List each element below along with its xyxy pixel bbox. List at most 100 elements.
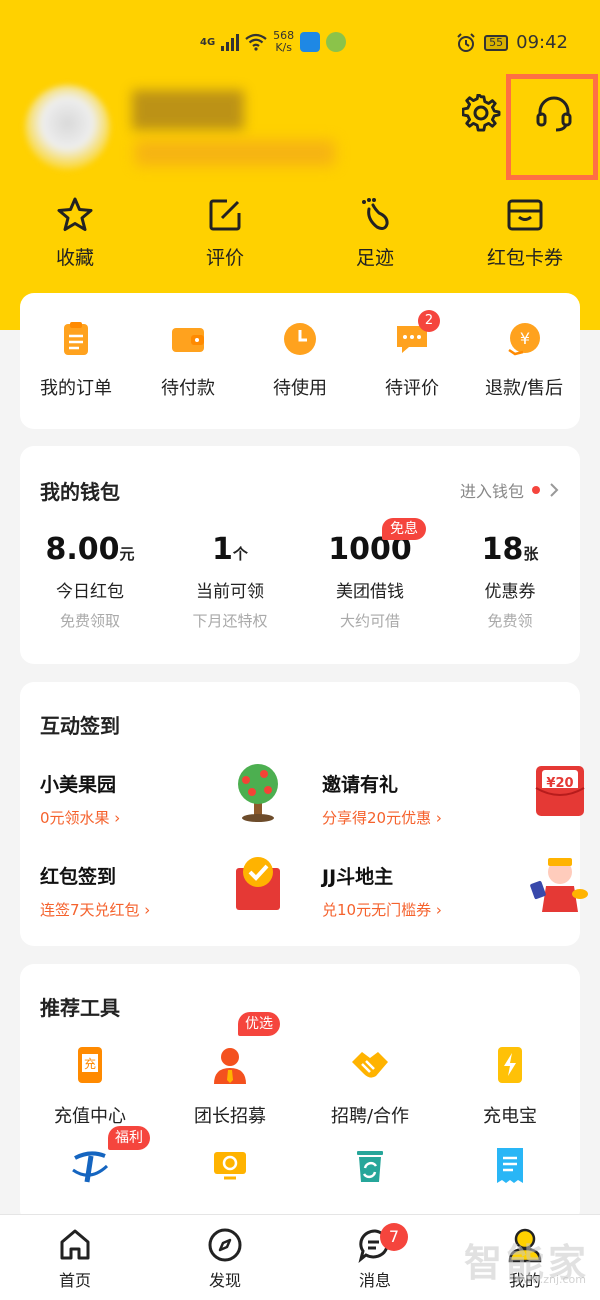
- wallet-sub: 免费领: [487, 612, 533, 630]
- message-count-badge: 7: [380, 1223, 408, 1251]
- order-label: 我的订单: [40, 378, 112, 399]
- wallet-icon: [172, 328, 204, 352]
- clock-icon: [284, 323, 316, 355]
- wallet-unit: 元: [119, 545, 135, 563]
- order-label: 待使用: [273, 378, 327, 399]
- tool-recruitment[interactable]: 招聘/合作: [300, 1044, 440, 1144]
- notification-dot: [532, 486, 540, 494]
- tree-icon: [238, 764, 278, 822]
- wallet-label: 美团借钱: [336, 582, 404, 602]
- recharge-glyph: 充: [84, 1056, 96, 1071]
- footprint-icon: [362, 198, 389, 230]
- wallet-unit: 张: [523, 545, 539, 563]
- wallet-coupons[interactable]: 18张 优惠券 免费领: [440, 532, 580, 631]
- wallet-value: 18: [481, 532, 524, 567]
- wallet-red-packet[interactable]: 8.00元 今日红包 免费领取: [20, 532, 160, 631]
- telecom-icon: [72, 1151, 109, 1183]
- quick-nav-label: 评价: [205, 247, 244, 269]
- enter-wallet-link[interactable]: 进入钱包: [460, 478, 560, 502]
- tab-messages[interactable]: 7 消息: [300, 1215, 450, 1300]
- tab-home[interactable]: 首页: [0, 1215, 150, 1300]
- quick-nav-footprints[interactable]: 足迹: [300, 195, 450, 270]
- tab-label: 消息: [358, 1271, 391, 1290]
- gear-icon[interactable]: [462, 94, 502, 134]
- wallet-label: 优惠券: [484, 582, 536, 602]
- tool-label: 充值中心: [54, 1106, 126, 1127]
- chevron-right-icon: [550, 483, 559, 497]
- red-envelope-icon: ¥20: [535, 766, 585, 816]
- order-label: 待评价: [385, 378, 439, 399]
- lamp-icon: [214, 1152, 246, 1180]
- tool-label: 团长招募: [194, 1106, 266, 1127]
- refund-icon: ¥: [508, 323, 540, 356]
- wallet-sub: 免费领取: [59, 612, 120, 630]
- user-subtitle: [135, 140, 335, 166]
- tab-discover[interactable]: 发现: [150, 1215, 300, 1300]
- wallet-unit: 个: [232, 545, 248, 563]
- interact-checkin[interactable]: 红包签到 连签7天兑红包 ›: [40, 857, 310, 942]
- wallet-value: 1: [212, 532, 233, 567]
- order-refund[interactable]: ¥ 退款/售后: [468, 293, 580, 429]
- order-to-use[interactable]: 待使用: [244, 293, 356, 429]
- wallet-card-icon: [507, 199, 543, 231]
- recharge-phone-icon: 充: [78, 1047, 102, 1083]
- alarm-icon: [457, 32, 475, 52]
- interact-title: 互动签到: [40, 714, 120, 738]
- review-count-badge: 2: [418, 310, 440, 332]
- watermark-url: www.znj.com: [513, 1273, 586, 1286]
- tool-label: 招聘/合作: [330, 1106, 410, 1127]
- username[interactable]: [132, 90, 244, 130]
- wallet-card: 我的钱包 进入钱包 8.00元 今日红包 免费领取 1个 当前可领 下月还特权 …: [20, 446, 580, 664]
- quick-nav-label: 红包卡券: [486, 247, 563, 269]
- quick-nav-label: 收藏: [55, 247, 94, 269]
- receipt-icon: [497, 1148, 523, 1183]
- enter-wallet-label: 进入钱包: [459, 482, 524, 501]
- quick-nav-favorites[interactable]: 收藏: [0, 195, 150, 270]
- recycle-bin-icon: [357, 1151, 383, 1182]
- tab-label: 发现: [208, 1271, 241, 1290]
- god-of-wealth-icon: [530, 858, 588, 912]
- status-bar: 4G 568 K/s 55 09:42: [0, 28, 600, 62]
- wallet-label: 当前可领: [196, 582, 264, 602]
- tool-powerbank[interactable]: 充电宝: [440, 1044, 580, 1144]
- wallet-loan[interactable]: 免息 1000 美团借钱 大约可借: [300, 518, 440, 631]
- wallet-sub: 下月还特权: [192, 612, 268, 630]
- quick-nav-coupons[interactable]: 红包卡券: [450, 195, 600, 270]
- interact-game[interactable]: JJ斗地主 兑10元无门槛券 ›: [322, 858, 592, 942]
- preferred-badge: 优选: [238, 1012, 280, 1036]
- leader-icon: [214, 1048, 246, 1084]
- order-list-icon: [64, 322, 88, 355]
- order-all[interactable]: 我的订单: [20, 293, 132, 429]
- interact-invite[interactable]: 邀请有礼 分享得20元优惠 › ¥20: [322, 766, 592, 850]
- star-icon: [57, 197, 93, 231]
- edit-icon: [209, 199, 241, 231]
- checkin-icon: [236, 857, 280, 910]
- interact-orchard[interactable]: 小美果园 0元领水果 ›: [40, 764, 310, 850]
- orders-card: 我的订单 待付款 待使用 2 待评价 ¥ 退款/售后: [20, 293, 580, 429]
- avatar[interactable]: [25, 85, 110, 170]
- wechat-notification-icon: [326, 32, 347, 52]
- powerbank-icon: [498, 1047, 522, 1083]
- net-speed: 568 K/s: [273, 29, 295, 54]
- order-label: 退款/售后: [484, 378, 564, 399]
- interactive-checkin-card: 互动签到 小美果园 0元领水果 › 邀请有礼 分享得20元优惠 › ¥20 红包…: [20, 682, 588, 946]
- welfare-badge: 福利: [108, 1126, 150, 1150]
- tools-title: 推荐工具: [40, 996, 120, 1020]
- tool-leader-recruit[interactable]: 优选 团长招募: [160, 1012, 300, 1144]
- order-label: 待付款: [161, 378, 215, 399]
- wallet-label: 今日红包: [56, 582, 124, 602]
- handshake-icon: [352, 1052, 388, 1078]
- clock-time: 09:42: [516, 32, 568, 53]
- battery-indicator: 55: [484, 34, 509, 51]
- signal-icon: [221, 33, 240, 51]
- wallet-sub: 大约可借: [339, 612, 400, 630]
- network-type: 4G: [200, 36, 216, 48]
- wallet-claimable[interactable]: 1个 当前可领 下月还特权: [160, 532, 300, 631]
- interest-free-badge: 免息: [382, 518, 426, 540]
- tool-label: 充电宝: [483, 1106, 537, 1127]
- home-icon: [60, 1229, 90, 1260]
- quick-nav-reviews[interactable]: 评价: [150, 195, 300, 270]
- svg-text:¥: ¥: [520, 329, 530, 348]
- order-pending-payment[interactable]: 待付款: [132, 293, 244, 429]
- order-to-review[interactable]: 2 待评价: [356, 293, 468, 429]
